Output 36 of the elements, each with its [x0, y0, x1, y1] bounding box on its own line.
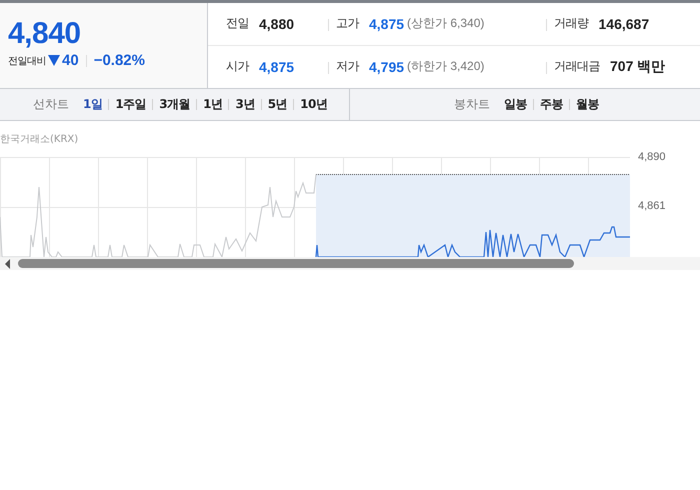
data-source: 한국거래소(KRX) [0, 133, 80, 145]
stat-value: 4,795 [369, 58, 404, 75]
chart-type-label: 선차트 [33, 96, 69, 113]
period-tab[interactable]: 일봉 [504, 96, 527, 113]
stat-label: 저가 [336, 58, 359, 76]
stat-label: 거래량 [554, 15, 588, 32]
change-label: 전일대비 [8, 54, 46, 68]
stat-value: 707 백만 [610, 58, 666, 76]
stat-value: 4,880 [259, 16, 294, 32]
horizontal-scrollbar[interactable] [0, 257, 700, 270]
period-tab[interactable]: 월봉 [576, 96, 599, 113]
axis-label: 4,890 [638, 151, 666, 164]
scrollbar-thumb[interactable] [18, 259, 574, 268]
period-tab[interactable]: 1주일 [115, 96, 146, 113]
current-price: 4,840 [8, 17, 82, 51]
chart-type-label: 봉차트 [454, 96, 490, 113]
period-tab[interactable]: 주봉 [540, 96, 563, 113]
period-tab[interactable]: 3개월 [159, 96, 190, 113]
price-change: 40 [62, 52, 79, 69]
stat-value: 4,875 [369, 16, 404, 32]
scroll-left-icon[interactable] [4, 258, 12, 268]
stat-label: 전일 [226, 15, 249, 32]
period-tab[interactable]: 1년 [203, 96, 222, 113]
stat-value: 146,687 [598, 16, 650, 32]
stat-label: 고가 [336, 15, 359, 32]
axis-label: 4,861 [638, 200, 666, 213]
period-tab[interactable]: 3년 [235, 96, 255, 113]
change-rate: −0.82% [94, 52, 145, 69]
stat-label: 시가 [226, 58, 249, 76]
price-limit-note: (상한가 6,340) [407, 15, 484, 32]
stat-label: 거래대금 [554, 58, 600, 76]
price-limit-note: (하한가 3,420) [407, 58, 484, 76]
period-tab[interactable]: 10년 [300, 96, 328, 113]
stat-value: 4,875 [259, 58, 294, 75]
period-tab[interactable]: 5년 [268, 96, 288, 113]
period-tab[interactable]: 1일 [83, 96, 102, 113]
